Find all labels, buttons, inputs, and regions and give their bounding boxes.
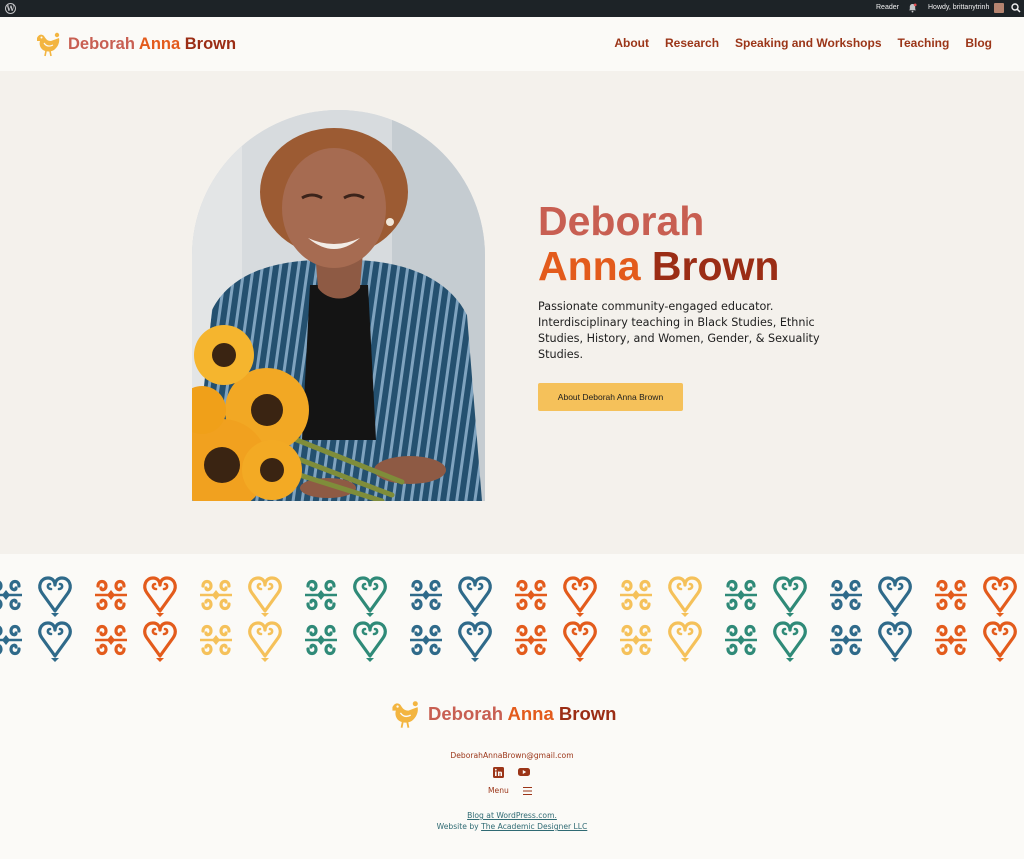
scroll-adinkra-icon: [723, 624, 759, 656]
heart-adinkra-icon: [353, 576, 387, 619]
heart-adinkra-icon: [248, 576, 282, 619]
site-header: Deborah Anna Brown About Research Speaki…: [0, 17, 1024, 71]
nav-about[interactable]: About: [614, 36, 649, 50]
heart-adinkra-icon: [668, 576, 702, 619]
designer-credit-link[interactable]: The Academic Designer LLC: [481, 822, 587, 831]
scroll-adinkra-icon: [303, 624, 339, 656]
scroll-adinkra-icon: [933, 579, 969, 611]
scroll-adinkra-icon: [618, 579, 654, 611]
scroll-adinkra-icon: [513, 579, 549, 611]
scroll-adinkra-icon: [723, 579, 759, 611]
heart-adinkra-icon: [458, 576, 492, 619]
nav-speaking-and-workshops[interactable]: Speaking and Workshops: [735, 36, 881, 50]
main-nav: About Research Speaking and Workshops Te…: [614, 36, 992, 50]
heart-adinkra-icon: [563, 576, 597, 619]
site-logo-link[interactable]: Deborah Anna Brown: [34, 30, 236, 58]
site-title-first: Deborah: [68, 34, 135, 53]
site-title-middle: Anna: [138, 34, 181, 53]
scroll-adinkra-icon: [933, 624, 969, 656]
scroll-adinkra-icon: [828, 579, 864, 611]
heart-adinkra-icon: [878, 576, 912, 619]
hero-title-last: Brown: [651, 243, 780, 289]
scroll-adinkra-icon: [198, 579, 234, 611]
footer-credit-wordpress: Blog at WordPress.com.: [0, 811, 1024, 820]
nav-teaching[interactable]: Teaching: [898, 36, 950, 50]
footer-title-first: Deborah: [428, 703, 504, 724]
heart-adinkra-icon: [248, 621, 282, 664]
site-title-last: Brown: [184, 34, 237, 53]
admin-bar: W Reader Howdy, brittanytrinh: [0, 0, 1024, 17]
social-links: [493, 767, 530, 778]
reader-link[interactable]: Reader: [876, 4, 899, 11]
youtube-icon[interactable]: [518, 767, 530, 777]
heart-adinkra-icon: [143, 621, 177, 664]
heart-adinkra-icon: [458, 621, 492, 664]
menu-label: Menu: [488, 786, 509, 795]
bird-logo-icon: [37, 32, 60, 57]
linkedin-icon[interactable]: [493, 767, 504, 778]
heart-adinkra-icon: [878, 621, 912, 664]
scroll-adinkra-icon: [0, 579, 24, 611]
heart-adinkra-icon: [983, 621, 1017, 664]
avatar[interactable]: [994, 3, 1004, 13]
scroll-adinkra-icon: [513, 624, 549, 656]
nav-blog[interactable]: Blog: [965, 36, 992, 50]
wordpress-icon[interactable]: W: [5, 3, 16, 14]
scroll-adinkra-icon: [93, 624, 129, 656]
footer-bird-logo-icon: [392, 701, 418, 728]
footer-title-middle: Anna: [507, 703, 554, 724]
footer-logo-link[interactable]: Deborah Anna Brown: [389, 699, 616, 729]
bell-icon[interactable]: [908, 3, 917, 13]
nav-research[interactable]: Research: [665, 36, 719, 50]
adinkra-pattern: [0, 554, 1024, 668]
wordpress-credit-link[interactable]: Blog at WordPress.com.: [467, 811, 557, 820]
footer-email-link[interactable]: DeborahAnnaBrown@gmail.com: [0, 751, 1024, 760]
footer-title-last: Brown: [558, 703, 617, 724]
heart-adinkra-icon: [773, 621, 807, 664]
hero-title-first: Deborah: [538, 198, 705, 244]
heart-adinkra-icon: [668, 621, 702, 664]
heart-adinkra-icon: [143, 576, 177, 619]
heart-adinkra-icon: [38, 621, 72, 664]
search-icon[interactable]: [1011, 3, 1021, 13]
heart-adinkra-icon: [983, 576, 1017, 619]
hero-title-middle: Anna: [538, 243, 641, 289]
heart-adinkra-icon: [353, 621, 387, 664]
scroll-adinkra-icon: [408, 624, 444, 656]
footer-credit-designer: Website by The Academic Designer LLC: [0, 822, 1024, 831]
site-title: Deborah Anna Brown: [68, 35, 236, 54]
scroll-adinkra-icon: [408, 579, 444, 611]
heart-adinkra-icon: [563, 621, 597, 664]
scroll-adinkra-icon: [0, 624, 24, 656]
credit-prefix: Website by: [436, 822, 482, 831]
hero-description: Passionate community-engaged educator. I…: [538, 300, 820, 361]
heart-adinkra-icon: [38, 576, 72, 619]
scroll-adinkra-icon: [93, 579, 129, 611]
hero-section: Deborah Anna Brown Passionate community-…: [0, 71, 1024, 554]
portrait-photo: [192, 110, 485, 501]
about-button[interactable]: About Deborah Anna Brown: [538, 383, 683, 411]
scroll-adinkra-icon: [198, 624, 234, 656]
howdy-user[interactable]: Howdy, brittanytrinh: [928, 4, 989, 11]
scroll-adinkra-icon: [303, 579, 339, 611]
heart-adinkra-icon: [773, 576, 807, 619]
scroll-adinkra-icon: [828, 624, 864, 656]
footer-site-title: Deborah Anna Brown: [428, 703, 616, 725]
hamburger-icon: [522, 786, 532, 795]
footer-menu-toggle[interactable]: Menu: [488, 786, 532, 795]
hero-title: Deborah Anna Brown: [538, 199, 779, 289]
scroll-adinkra-icon: [618, 624, 654, 656]
